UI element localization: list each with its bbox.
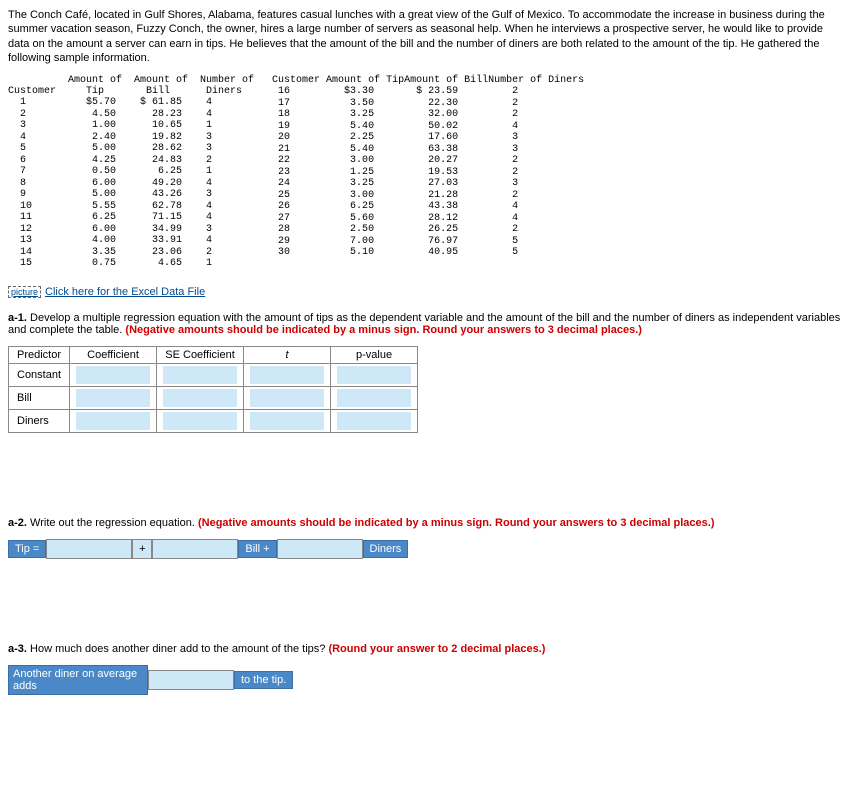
diners-label: Diners: [363, 540, 409, 558]
excel-link-text: Click here for the Excel Data File: [45, 286, 205, 298]
constant-p-input[interactable]: [337, 366, 411, 384]
diners-t-input[interactable]: [250, 412, 324, 430]
bill-label: Bill +: [238, 540, 276, 558]
row-diners-label: Diners: [9, 409, 70, 432]
excel-data-link[interactable]: picture Click here for the Excel Data Fi…: [8, 286, 205, 298]
th-se-coefficient: SE Coefficient: [157, 346, 244, 363]
th-pvalue: p-value: [331, 346, 418, 363]
table-row: Diners: [9, 409, 418, 432]
regression-equation: Tip = Bill + Diners: [8, 539, 842, 559]
q-a2-num: a-2.: [8, 517, 27, 529]
coefficient-table: Predictor Coefficient SE Coefficient t p…: [8, 346, 418, 433]
q-a2-text: Write out the regression equation.: [27, 517, 198, 529]
q-a3-hint: (Round your answer to 2 decimal places.): [328, 643, 545, 655]
data-table: Amount of Amount of Number of Customer T…: [8, 75, 842, 270]
th-predictor: Predictor: [9, 346, 70, 363]
table-row: Constant: [9, 363, 418, 386]
eq-plus-input[interactable]: [132, 539, 152, 559]
question-a2: a-2. Write out the regression equation. …: [8, 517, 842, 559]
constant-se-input[interactable]: [163, 366, 237, 384]
tip-label: Tip =: [8, 540, 46, 558]
a3-left-label: Another diner on average adds: [8, 665, 148, 695]
constant-t-input[interactable]: [250, 366, 324, 384]
diners-se-input[interactable]: [163, 412, 237, 430]
row-constant-label: Constant: [9, 363, 70, 386]
diners-p-input[interactable]: [337, 412, 411, 430]
q-a1-hint: (Negative amounts should be indicated by…: [125, 324, 642, 336]
q-a3-text: How much does another diner add to the a…: [27, 643, 328, 655]
th-coefficient: Coefficient: [70, 346, 157, 363]
bill-se-input[interactable]: [163, 389, 237, 407]
bill-p-input[interactable]: [337, 389, 411, 407]
problem-intro: The Conch Café, located in Gulf Shores, …: [8, 8, 842, 65]
eq-intercept-input[interactable]: [46, 539, 132, 559]
constant-coef-input[interactable]: [76, 366, 150, 384]
bill-coef-input[interactable]: [76, 389, 150, 407]
question-a1: a-1. Develop a multiple regression equat…: [8, 312, 842, 433]
question-a3: a-3. How much does another diner add to …: [8, 643, 842, 695]
a3-answer-row: Another diner on average adds to the tip…: [8, 665, 842, 695]
eq-bill-coef-input[interactable]: [152, 539, 238, 559]
eq-diners-coef-input[interactable]: [277, 539, 363, 559]
a3-answer-input[interactable]: [148, 670, 234, 690]
picture-icon: picture: [8, 286, 41, 298]
row-bill-label: Bill: [9, 386, 70, 409]
q-a1-num: a-1.: [8, 312, 27, 324]
q-a2-hint: (Negative amounts should be indicated by…: [198, 517, 715, 529]
bill-t-input[interactable]: [250, 389, 324, 407]
diners-coef-input[interactable]: [76, 412, 150, 430]
th-t: t: [244, 346, 331, 363]
table-row: Bill: [9, 386, 418, 409]
q-a3-num: a-3.: [8, 643, 27, 655]
a3-right-label: to the tip.: [234, 671, 293, 689]
